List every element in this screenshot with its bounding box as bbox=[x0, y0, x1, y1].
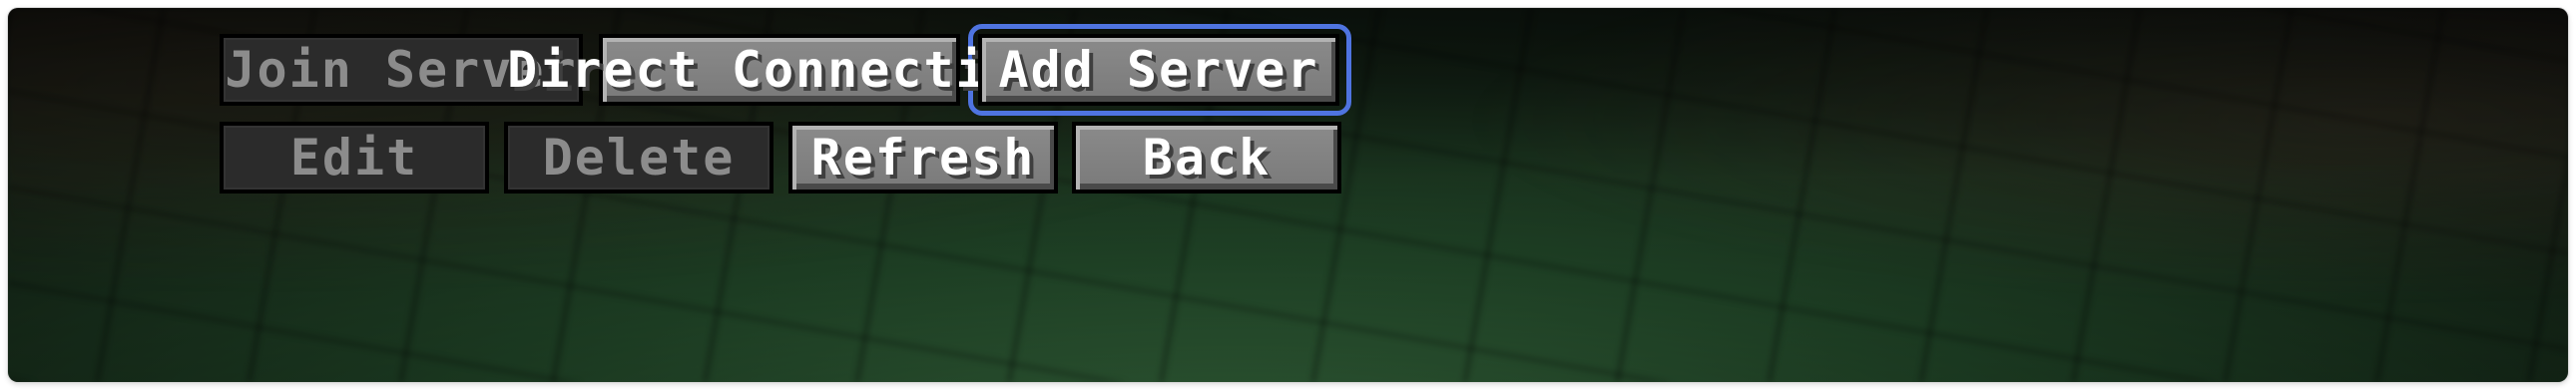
refresh-label: Refresh bbox=[810, 129, 1036, 187]
delete-button: Delete bbox=[504, 122, 773, 194]
edit-label: Edit bbox=[289, 129, 419, 187]
back-button[interactable]: Back bbox=[1072, 122, 1341, 194]
direct-connection-button[interactable]: Direct Connection bbox=[507, 34, 1050, 106]
add-server-button[interactable]: Add Server bbox=[978, 34, 1339, 106]
edit-button: Edit bbox=[220, 122, 489, 194]
add-server-label: Add Server bbox=[998, 41, 1319, 99]
direct-connection-label: Direct Connection bbox=[507, 41, 1052, 99]
refresh-button[interactable]: Refresh bbox=[788, 122, 1058, 194]
delete-label: Delete bbox=[542, 129, 736, 187]
server-list-screen: Join Server Direct Connection Add Server… bbox=[8, 8, 2568, 382]
back-label: Back bbox=[1142, 129, 1272, 187]
